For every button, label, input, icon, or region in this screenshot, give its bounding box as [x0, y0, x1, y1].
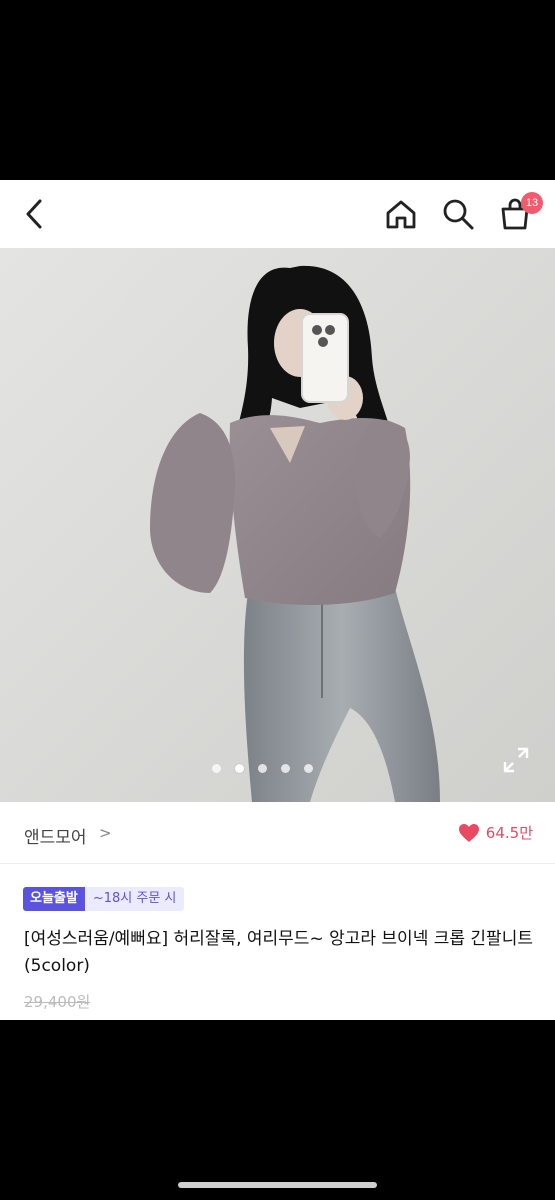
product-title: [여성스러움/예뻐요] 허리잘록, 여리무드~ 앙고라 브이넥 크롭 긴팔니트 … [24, 929, 533, 976]
delivery-badge: 오늘출발 ~18시 주문 시 [23, 887, 185, 911]
carousel-indicator[interactable] [0, 764, 555, 773]
heart-icon [458, 823, 479, 842]
today-shipping-badge: 오늘출발 [23, 887, 85, 911]
like-button[interactable]: 64.5만 [458, 822, 533, 843]
home-indicator[interactable] [178, 1182, 377, 1188]
like-count: 64.5만 [485, 824, 533, 842]
product-price: 29,400원 [24, 993, 91, 1011]
home-icon[interactable] [381, 194, 421, 234]
top-navigation-bar [0, 180, 555, 248]
cart-count-badge: 13 [521, 192, 543, 214]
carousel-dot[interactable] [281, 764, 290, 773]
search-icon[interactable] [438, 194, 478, 234]
store-row[interactable]: 앤드모어 > 64.5만 [0, 802, 555, 864]
back-icon[interactable] [14, 194, 54, 234]
chevron-right-icon[interactable]: > [99, 824, 112, 842]
carousel-dot[interactable] [258, 764, 267, 773]
store-name[interactable]: 앤드모어 [24, 823, 87, 848]
product-photo [0, 248, 555, 802]
product-info: 오늘출발 ~18시 주문 시 [여성스러움/예뻐요] 허리잘록, 여리무드~ 앙… [0, 864, 555, 1020]
carousel-dot[interactable] [304, 764, 313, 773]
shipping-cutoff-note: ~18시 주문 시 [84, 887, 185, 911]
product-image[interactable] [0, 248, 555, 802]
expand-icon[interactable] [502, 746, 530, 774]
carousel-dot[interactable] [212, 764, 221, 773]
carousel-dot[interactable] [235, 764, 244, 773]
